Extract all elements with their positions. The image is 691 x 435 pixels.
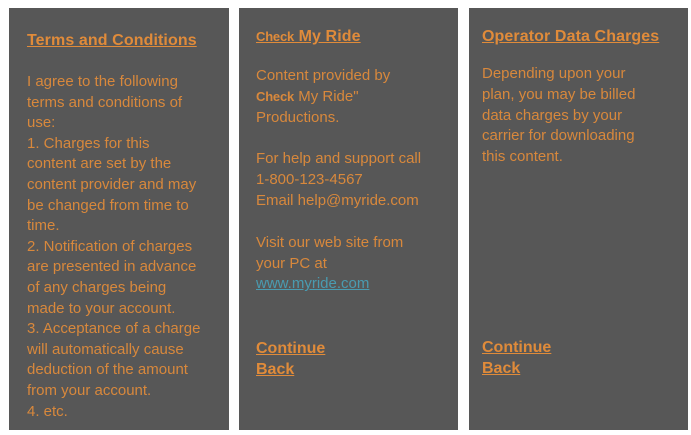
about-screen: Check My Ride Content provided by Check … — [239, 8, 458, 430]
back-link[interactable]: Back — [482, 358, 551, 379]
about-title-rest: My Ride — [294, 28, 361, 45]
visit-text: Visit our web site from your PC at — [256, 233, 404, 272]
about-title-brand: Check — [256, 29, 295, 44]
back-link[interactable]: Back — [256, 359, 325, 380]
about-title: Check My Ride — [256, 28, 458, 46]
charges-screen: Operator Data Charges Depending upon you… — [469, 8, 688, 430]
charges-title: Operator Data Charges — [482, 28, 660, 45]
charges-nav: Continue Back — [482, 337, 551, 379]
content-brand-bold: Check — [256, 88, 295, 104]
continue-link[interactable]: Continue — [256, 338, 325, 359]
visit-website: Visit our web site from your PC at www.m… — [256, 233, 458, 295]
content-brand-rest: My Ride" — [294, 87, 359, 105]
continue-link[interactable]: Continue — [482, 337, 551, 358]
content-provider-text: Content provided by Check My Ride" Produ… — [256, 66, 458, 128]
terms-title: Terms and Conditions — [27, 32, 197, 49]
website-link[interactable]: www.myride.com — [256, 275, 369, 292]
support-text: For help and support call 1-800-123-4567… — [256, 150, 422, 209]
content-line-1: Content provided by — [256, 67, 391, 84]
terms-body: I agree to the following terms and condi… — [27, 73, 201, 420]
charges-body: Depending upon your plan, you may be bil… — [482, 65, 636, 166]
terms-screen: Terms and Conditions I agree to the foll… — [9, 8, 229, 430]
about-nav: Continue Back — [256, 338, 325, 380]
content-line-3: Productions. — [256, 108, 340, 126]
